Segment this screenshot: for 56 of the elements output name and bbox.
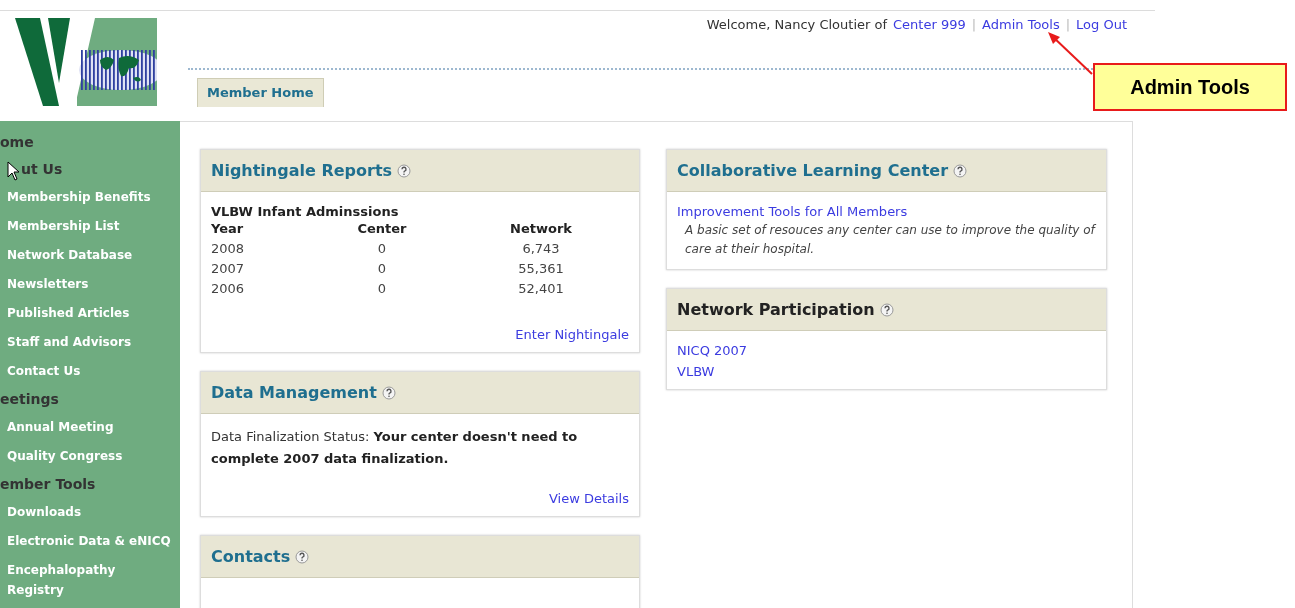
sidebar-link[interactable]: Newsletters [0, 270, 180, 299]
column-header: Year [211, 221, 245, 236]
table-cell-text: 2006 [211, 281, 246, 296]
status-text: Data Finalization Status: Your center doesn't need to complete 2007 data finalization. [211, 428, 579, 468]
program-link[interactable]: VLBW [677, 364, 1096, 379]
sidebar-heading[interactable]: ember Tools [0, 471, 180, 498]
header-link[interactable]: Log Out [1076, 17, 1127, 32]
help-icon[interactable] [879, 302, 894, 317]
separator: | [1065, 17, 1071, 32]
table-cell-text: 0 [376, 261, 388, 276]
table-cell-text: 55,361 [517, 261, 565, 276]
table-cell-text: 52,401 [517, 281, 565, 296]
sidebar-link[interactable]: Membership Benefits [0, 183, 180, 212]
header-link[interactable]: Admin Tools [982, 17, 1060, 32]
table-cell-text: 2007 [211, 261, 246, 276]
program-link[interactable]: NICQ 2007 [677, 343, 1096, 358]
panel-title: Data Management [211, 383, 377, 402]
table-cell-text: 6,743 [521, 241, 561, 256]
callout-label: Admin Tools [1093, 63, 1287, 111]
sidebar-link[interactable]: Annual Meeting [0, 413, 180, 442]
panel-title: Network Participation [677, 300, 875, 319]
arrow [1046, 30, 1094, 76]
table-cell-text: 0 [376, 281, 388, 296]
enter-link[interactable]: Enter Nightingale [515, 327, 629, 342]
help-icon[interactable] [295, 549, 310, 564]
sidebar-link[interactable]: Published Articles [0, 299, 180, 328]
tab[interactable]: Member Home [197, 78, 324, 107]
header-link[interactable]: Center 999 [893, 17, 966, 32]
resource-link[interactable]: Improvement Tools for All Members [677, 204, 908, 219]
sidebar-link[interactable]: Electronic Data & eNICQ [0, 527, 180, 556]
sidebar-link[interactable]: Staff and Advisors [0, 328, 180, 357]
separator: | [971, 17, 977, 32]
details-link[interactable]: View Details [548, 491, 629, 506]
column-header: Network [509, 221, 573, 236]
sidebar-heading[interactable]: ome [0, 129, 180, 156]
panel-title: Nightingale Reports [211, 161, 393, 180]
sidebar-link[interactable]: Encephalopathy Registry [0, 556, 180, 605]
sidebar-heading[interactable]: ut Us [21, 156, 180, 183]
help-icon[interactable] [953, 163, 967, 178]
help-icon[interactable] [381, 385, 396, 400]
sidebar-link[interactable]: Membership List [0, 212, 180, 241]
sidebar-link[interactable]: Quality Congress [0, 442, 180, 471]
panel-title: Contacts [211, 547, 291, 566]
cursor-icon [7, 161, 19, 181]
help-icon[interactable] [397, 163, 412, 178]
panel-title: Collaborative Learning Center [677, 161, 948, 180]
table-cell-text: 2008 [211, 241, 246, 256]
resource-description: A basic set of resouces any center can use to improve the quality of care at their hospital. [683, 222, 1096, 258]
sidebar-link[interactable]: Contact Us [0, 357, 180, 386]
sidebar-link[interactable]: Network Database [0, 241, 180, 270]
column-header: Center [356, 221, 408, 236]
table-title: VLBW Infant Adminssions [211, 204, 400, 219]
table-cell-text: 0 [376, 241, 388, 256]
welcome-text: Welcome, Nancy Cloutier of [706, 17, 887, 32]
sidebar-link[interactable]: Downloads [0, 498, 180, 527]
sidebar-heading[interactable]: eetings [0, 386, 180, 413]
